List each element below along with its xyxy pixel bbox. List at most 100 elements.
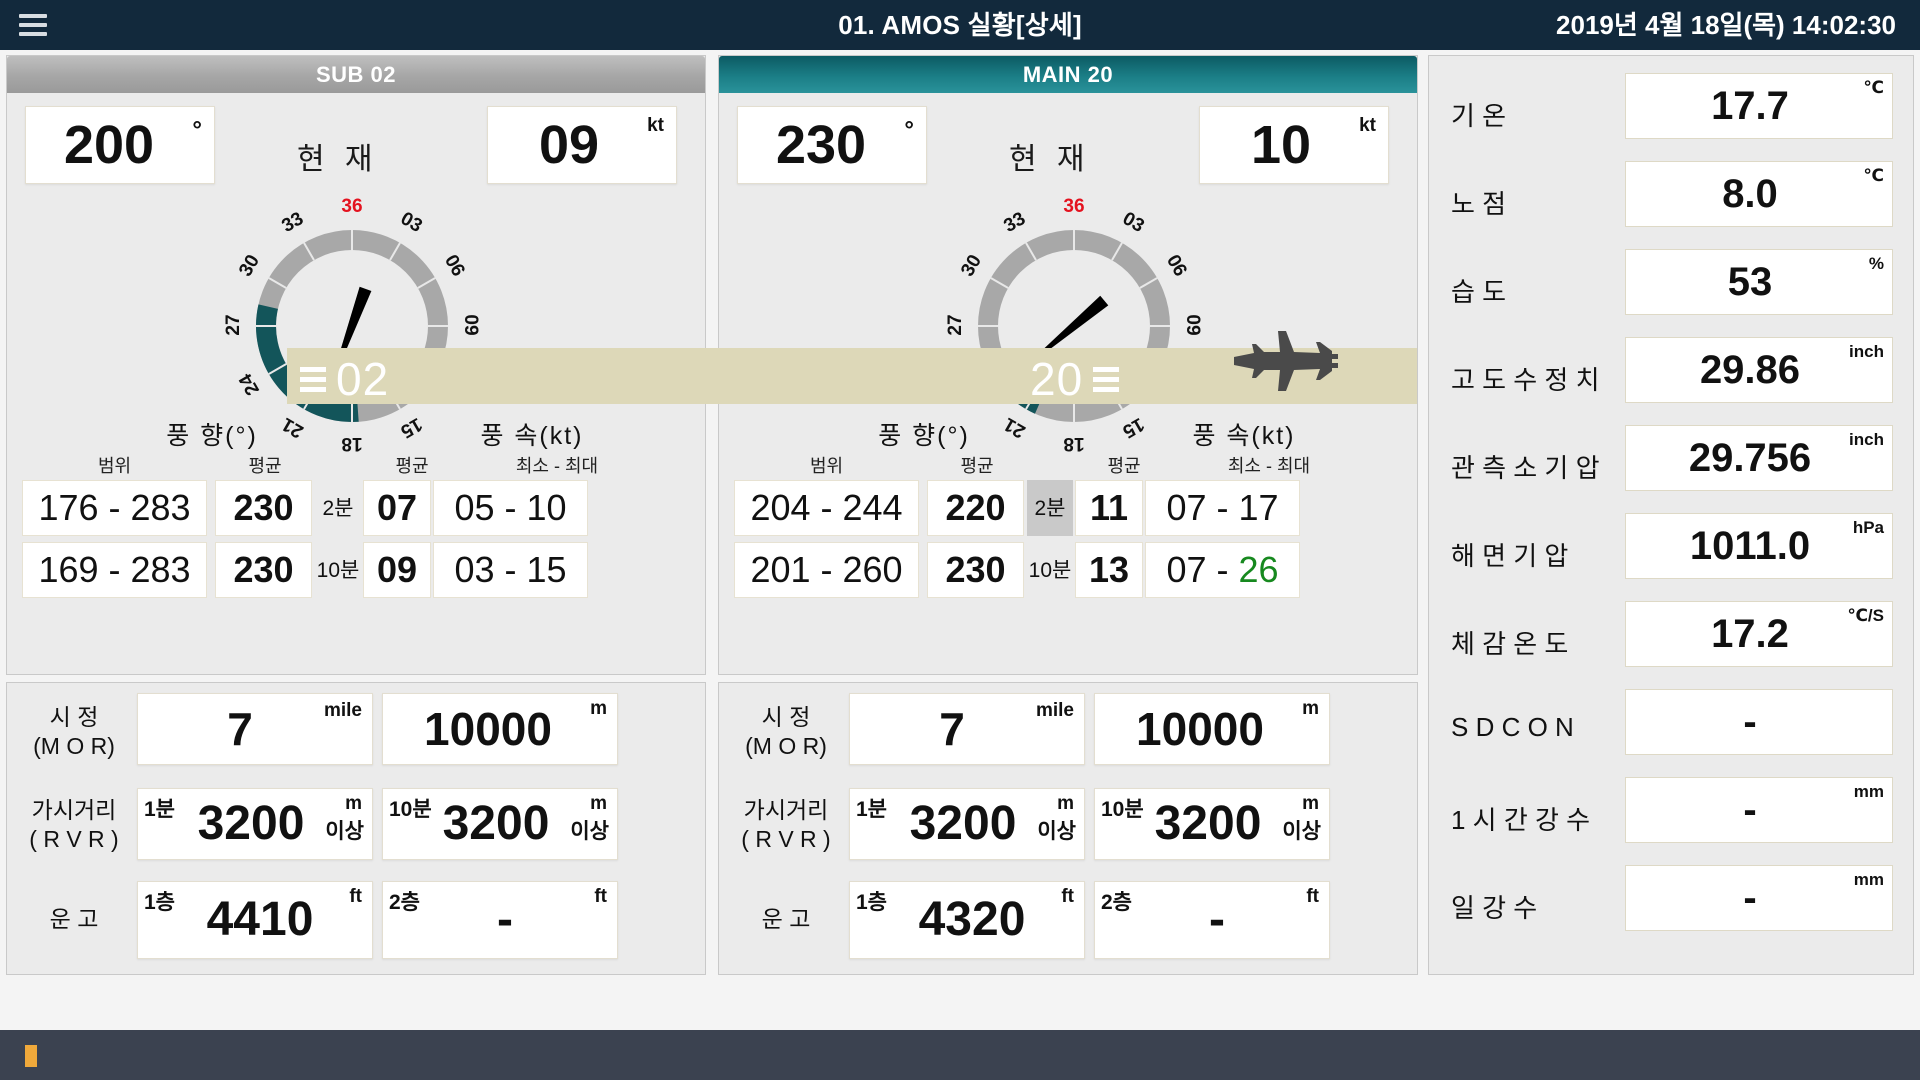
- ceiling-layer1-box-main: 1층4320ft: [849, 881, 1085, 959]
- ceiling-layer2-unit-main: ft: [1306, 886, 1319, 908]
- mor-meter-value-main: 10000: [1095, 706, 1329, 752]
- sidebar-value-box-6: 17.2℃/S: [1625, 601, 1893, 667]
- wind-avg-speed-cell-sub-1: 09: [363, 542, 431, 598]
- wind-speed-title-main: 풍 속(kt): [1129, 416, 1359, 452]
- visibility-panel-main: 시 정(M O R)7mile10000m가시거리( R V R )1분3200…: [718, 682, 1418, 975]
- sidebar-unit-5: hPa: [1853, 518, 1884, 538]
- rvr-label-line1-main: 가시거리: [731, 796, 841, 825]
- wind-minmax-cell-main-1: 07-26: [1145, 542, 1300, 598]
- ceiling-layer2-value-main: -: [1095, 896, 1329, 944]
- rvr-label-line1-sub: 가시거리: [19, 796, 129, 825]
- compass-tick-27-main: 27: [945, 308, 967, 342]
- runway-bars-icon-02: [300, 367, 326, 392]
- direction-unit-sub: °: [192, 117, 202, 145]
- minmax-dash-main-1: -: [1207, 552, 1239, 588]
- ceiling-layer1-unit-sub: ft: [349, 886, 362, 908]
- visibility-panel-sub: 시 정(M O R)7mile10000m가시거리( R V R )1분3200…: [6, 682, 706, 975]
- mor-mile-box-sub: 7mile: [137, 693, 373, 765]
- sidebar-value-box-7: -: [1625, 689, 1893, 755]
- rvr-1min-box-sub: 1분3200이상m: [137, 788, 373, 860]
- compass-tick-27-sub: 27: [223, 308, 245, 342]
- compass-tick-36-main: 36: [1057, 196, 1091, 218]
- ceiling-layer2-value-sub: -: [383, 896, 617, 944]
- sidebar-label-9: 일 강 수: [1451, 888, 1651, 925]
- rvr-label-line2-sub: ( R V R ): [19, 825, 129, 854]
- sidebar-value-0: 17.7: [1626, 86, 1892, 126]
- sidebar-value-7: -: [1626, 702, 1892, 742]
- mor-meter-unit-main: m: [1302, 698, 1319, 720]
- runway-id-02: 02: [300, 352, 389, 406]
- current-label-sub: 현 재: [297, 134, 379, 178]
- sidebar-label-4: 관 측 소 기 압: [1451, 448, 1651, 485]
- sidebar-value-box-2: 53%: [1625, 249, 1893, 315]
- rvr-10min-box-main: 10분3200이상m: [1094, 788, 1330, 860]
- sidebar-unit-8: mm: [1854, 782, 1884, 802]
- mor-meter-box-main: 10000m: [1094, 693, 1330, 765]
- sidebar-value-box-3: 29.86inch: [1625, 337, 1893, 403]
- mor-meter-unit-sub: m: [590, 698, 607, 720]
- sidebar-unit-2: %: [1869, 254, 1884, 274]
- sidebar-label-3: 고 도 수 정 치: [1451, 360, 1651, 397]
- minmax-min-main-0: 07: [1166, 490, 1206, 526]
- speed-unit-sub: kt: [647, 115, 664, 137]
- period-label-sub-1: 10분: [315, 542, 361, 598]
- minmax-max-sub-0: 10: [527, 490, 567, 526]
- period-label-main-0: 2분: [1027, 480, 1073, 536]
- rvr-label-sub: 가시거리( R V R ): [19, 796, 129, 854]
- minmax-dash-sub-0: -: [495, 490, 527, 526]
- col-avg-dir-header-main: 평균: [927, 452, 1027, 478]
- col-avg-dir-header-sub: 평균: [215, 452, 315, 478]
- minmax-dash-sub-1: -: [495, 552, 527, 588]
- wind-minmax-cell-main-0: 07-17: [1145, 480, 1300, 536]
- rvr-1min-suffix-main: 이상: [1037, 815, 1076, 845]
- sidebar-value-box-4: 29.756inch: [1625, 425, 1893, 491]
- minmax-min-main-1: 07: [1166, 552, 1206, 588]
- ceiling-layer1-value-main: 4320: [850, 896, 1084, 944]
- sidebar-label-1: 노 점: [1451, 184, 1651, 221]
- sidebar-unit-1: ℃: [1863, 166, 1884, 186]
- panel-header-main: MAIN 20: [719, 56, 1417, 93]
- current-wind-direction-box-main: 230°: [737, 106, 927, 184]
- wind-direction-title-main: 풍 향(°): [824, 416, 1024, 452]
- col-minmax-header-main: 최소 - 최대: [1179, 452, 1359, 478]
- sidebar-value-9: -: [1626, 878, 1892, 918]
- minmax-max-sub-1: 15: [527, 552, 567, 588]
- sidebar-value-1: 8.0: [1626, 174, 1892, 214]
- main-stage: SUB 02200°현 재09kt03060912151821242730333…: [0, 50, 1920, 1030]
- ceiling-layer1-box-sub: 1층4410ft: [137, 881, 373, 959]
- wind-avg-speed-cell-sub-0: 07: [363, 480, 431, 536]
- current-wind-speed-box-sub: 09kt: [487, 106, 677, 184]
- fighter-jet-icon: [1220, 318, 1340, 404]
- wind-direction-title-sub: 풍 향(°): [112, 416, 312, 452]
- sidebar-label-7: S D C O N: [1451, 712, 1651, 743]
- compass-tick-09-sub: 09: [459, 308, 481, 342]
- sidebar-value-box-9: -mm: [1625, 865, 1893, 931]
- col-minmax-header-sub: 최소 - 최대: [467, 452, 647, 478]
- sidebar-label-8: 1 시 간 강 수: [1451, 800, 1651, 837]
- wind-range-cell-sub-0: 176 - 283: [22, 480, 207, 536]
- compass-tick-18-main: 18: [1057, 432, 1091, 454]
- sidebar-unit-0: ℃: [1863, 78, 1884, 98]
- ceiling-layer2-box-main: 2층-ft: [1094, 881, 1330, 959]
- app-header: 01. AMOS 실황[상세] 2019년 4월 18일(목) 14:02:30: [0, 0, 1920, 50]
- wind-speed-title-sub: 풍 속(kt): [417, 416, 647, 452]
- sidebar-value-2: 53: [1626, 262, 1892, 302]
- ceiling-layer1-unit-main: ft: [1061, 886, 1074, 908]
- sidebar-value-box-0: 17.7℃: [1625, 73, 1893, 139]
- mor-label-line2-sub: (M O R): [19, 732, 129, 761]
- wind-minmax-cell-sub-0: 05-10: [433, 480, 588, 536]
- mor-mile-box-main: 7mile: [849, 693, 1085, 765]
- sidebar-value-box-5: 1011.0hPa: [1625, 513, 1893, 579]
- mor-meter-value-sub: 10000: [383, 706, 617, 752]
- mor-label-line1-sub: 시 정: [19, 703, 129, 732]
- wind-avg-speed-cell-main-1: 13: [1075, 542, 1143, 598]
- compass-tick-09-main: 09: [1181, 308, 1203, 342]
- ceiling-label-main: 운 고: [731, 905, 841, 934]
- compass-tick-18-sub: 18: [335, 432, 369, 454]
- ceiling-layer1-value-sub: 4410: [138, 896, 372, 944]
- sidebar-label-5: 해 면 기 압: [1451, 536, 1651, 573]
- status-marker-icon: [25, 1045, 37, 1067]
- mor-label-main: 시 정(M O R): [731, 703, 841, 761]
- current-wind-direction-value-main: 230: [738, 118, 926, 172]
- wind-range-cell-sub-1: 169 - 283: [22, 542, 207, 598]
